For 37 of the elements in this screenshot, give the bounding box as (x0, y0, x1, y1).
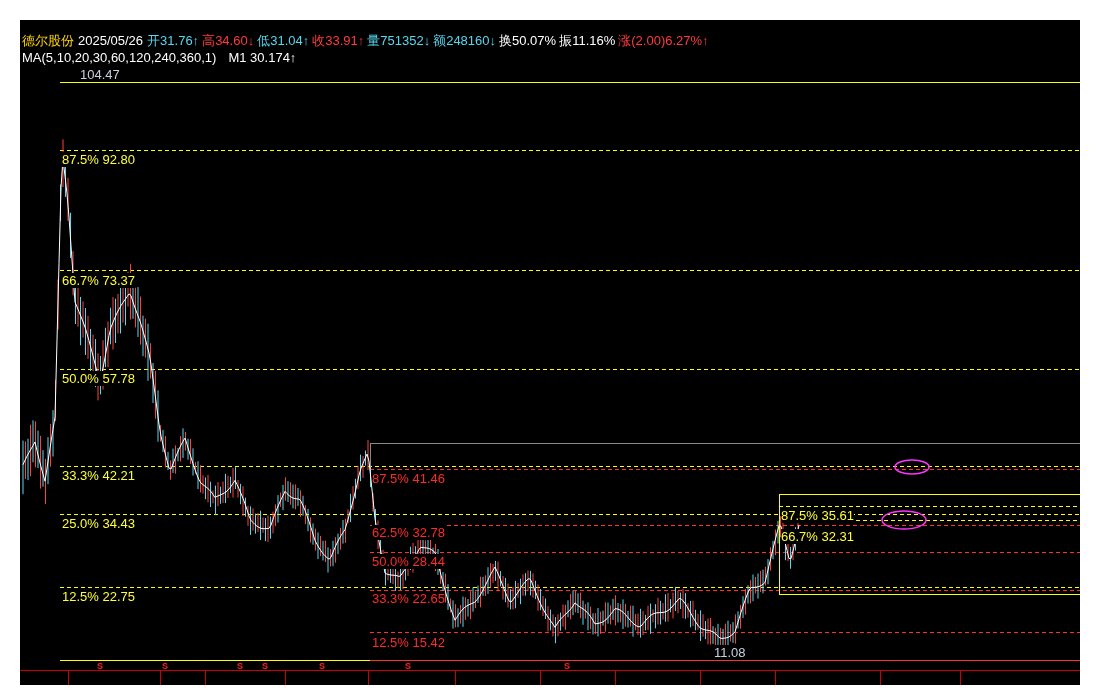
stock-name: 德尔股份 (22, 32, 74, 49)
quote-field: 收33.91↑ (312, 32, 365, 49)
signal-marker: S (162, 662, 168, 671)
quote-field: 开31.76↑ (147, 32, 200, 49)
fibonacci-level-label: 62.5% 32.78 (372, 525, 445, 540)
quote-date: 2025/05/26 (78, 32, 144, 49)
quote-field: 低31.04↑ (257, 32, 310, 49)
fibonacci-level-label: 50.0% 57.78 (62, 371, 135, 386)
signal-marker: S (319, 662, 325, 671)
signal-marker: S (262, 662, 268, 671)
m1-value: M1 30.174↑ (228, 49, 297, 66)
signal-marker: S (237, 662, 243, 671)
signal-marker: S (97, 662, 103, 671)
quote-field: 额248160↓ (433, 32, 497, 49)
fibonacci-level-label: 12.5% 22.75 (62, 589, 135, 604)
fibonacci-level-label: 25.0% 34.43 (62, 516, 135, 531)
ellipse-annotation (894, 459, 930, 475)
ellipse-annotation (881, 510, 927, 530)
quote-field: 涨(2.00)6.27%↑ (618, 32, 709, 49)
fibonacci-level-label: 33.3% 42.21 (62, 468, 135, 483)
fibonacci-level-label: 33.3% 22.65 (372, 591, 445, 606)
fibonacci-level-label: 87.5% 92.80 (62, 152, 135, 167)
quote-field: 量751352↓ (367, 32, 431, 49)
fibonacci-level-label: 50.0% 28.44 (372, 554, 445, 569)
fibonacci-level-label: 66.7% 32.31 (781, 529, 854, 544)
signal-marker: S (564, 662, 570, 671)
signal-marker: S (405, 662, 411, 671)
ma-parameters: MA(5,10,20,30,60,120,240,360,1) (22, 49, 217, 66)
low-price-label: 11.08 (714, 645, 746, 660)
fibonacci-level-label: 87.5% 41.46 (372, 471, 445, 486)
quote-field: 高34.60↓ (202, 32, 255, 49)
fibonacci-level-label: 87.5% 35.61 (781, 508, 854, 523)
fibonacci-level-label: 66.7% 73.37 (62, 273, 135, 288)
fibonacci-level-label: 12.5% 15.42 (372, 635, 445, 650)
quote-field: 换50.07% (499, 32, 557, 49)
quote-field: 振11.16% (559, 32, 616, 49)
high-price-label: 104.47 (80, 67, 120, 82)
